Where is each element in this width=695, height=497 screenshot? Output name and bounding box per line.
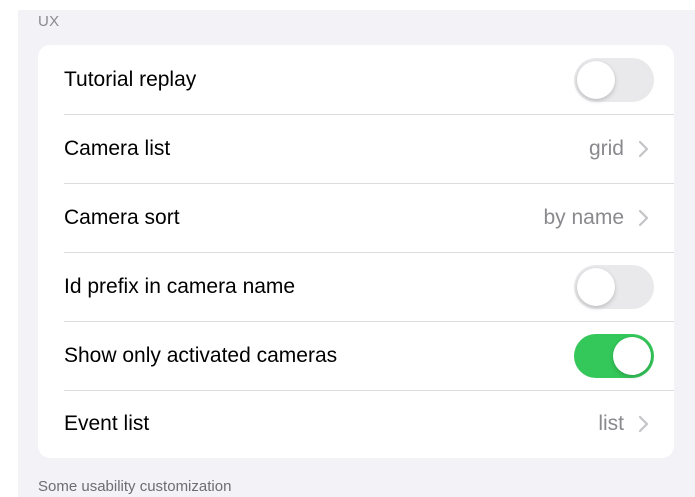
row-id-prefix[interactable]: Id prefix in camera name — [38, 252, 674, 321]
id-prefix-toggle[interactable] — [574, 264, 654, 309]
row-camera-list[interactable]: Camera list grid — [38, 114, 674, 183]
toggle-knob — [577, 60, 615, 99]
chevron-right-icon — [636, 413, 652, 435]
show-only-activated-toggle[interactable] — [574, 333, 654, 378]
row-value: list — [598, 412, 624, 435]
row-label: Event list — [64, 412, 150, 435]
toggle-knob — [577, 267, 615, 306]
row-tutorial-replay[interactable]: Tutorial replay — [38, 45, 674, 114]
row-label: Camera sort — [64, 205, 180, 229]
section-footer: Some usability customization — [38, 478, 232, 495]
settings-card: Tutorial replay Camera list grid Camera … — [38, 45, 674, 458]
section-header: UX — [38, 13, 60, 30]
row-camera-sort[interactable]: Camera sort by name — [38, 183, 674, 252]
row-label: Tutorial replay — [64, 67, 197, 91]
row-label: Show only activated cameras — [64, 343, 338, 367]
chevron-right-icon — [636, 138, 652, 160]
chevron-right-icon — [636, 207, 652, 229]
tutorial-replay-toggle[interactable] — [574, 57, 654, 102]
row-value: by name — [543, 205, 624, 229]
settings-screen: UX Tutorial replay Camera list grid Came… — [0, 0, 695, 497]
row-show-only-activated[interactable]: Show only activated cameras — [38, 321, 674, 390]
row-label: Id prefix in camera name — [64, 274, 296, 298]
row-value: grid — [588, 136, 624, 160]
toggle-knob — [613, 336, 651, 375]
row-label: Camera list — [64, 136, 171, 160]
row-event-list[interactable]: Event list list — [38, 390, 674, 458]
